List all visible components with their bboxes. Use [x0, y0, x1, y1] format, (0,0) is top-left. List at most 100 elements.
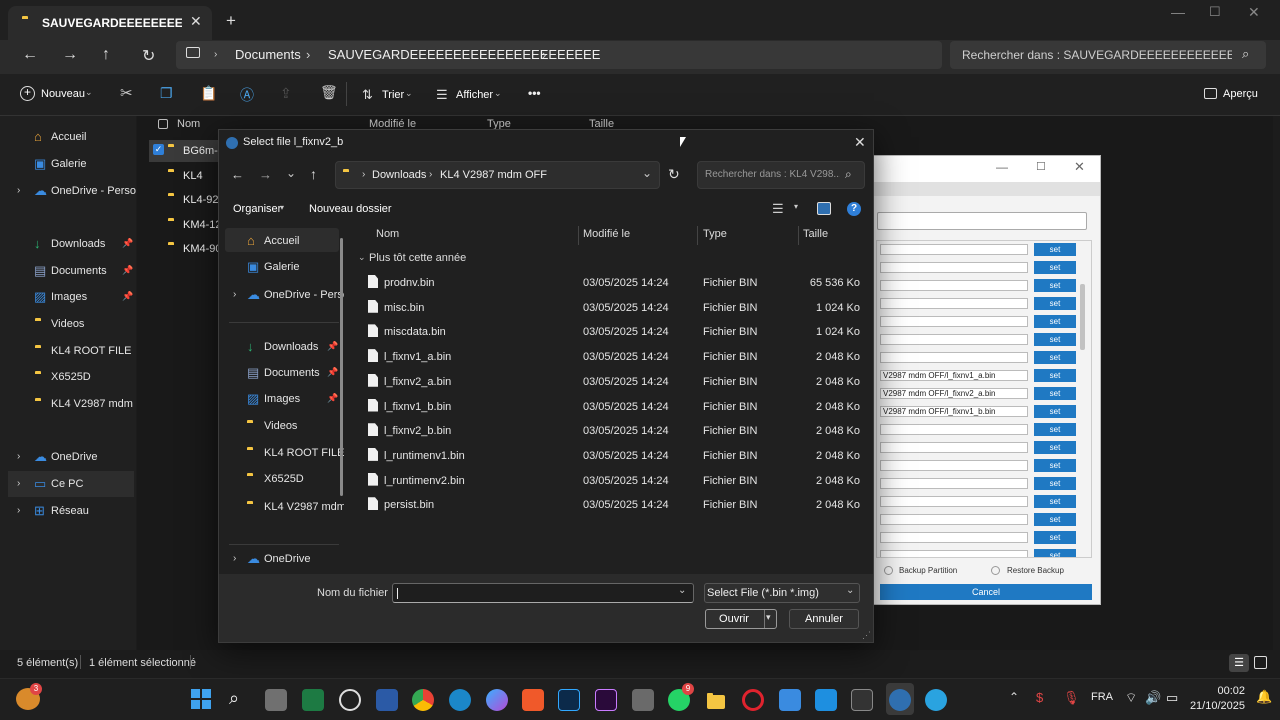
nav-item[interactable]: › ☁ OneDrive — [233, 546, 349, 571]
path-downloads[interactable]: Downloads — [372, 169, 426, 181]
file-list-item[interactable]: KM4-90 — [149, 238, 229, 260]
cancel-button[interactable]: Annuler — [789, 609, 859, 629]
partition-path-field[interactable] — [880, 442, 1028, 453]
new-folder-button[interactable]: Nouveau dossier — [309, 203, 392, 215]
partition-path-field[interactable] — [880, 550, 1028, 557]
path-folder[interactable]: KL4 V2987 mdm OFF — [440, 169, 547, 181]
breadcrumb-folder[interactable]: SAUVEGARDEEEEEEEEEEEEEEEEEEEEEE — [328, 47, 600, 62]
group-header[interactable]: Plus tôt cette année — [369, 252, 466, 264]
nav-item[interactable]: X6525D — [233, 466, 349, 492]
dialog-close-icon[interactable]: ✕ — [854, 134, 866, 151]
notepad-icon[interactable] — [779, 689, 801, 711]
nav-item[interactable]: Videos — [233, 413, 349, 439]
sidebar-item[interactable]: › ▭ Ce PC — [8, 471, 134, 497]
minimize-icon[interactable]: — — [1171, 4, 1185, 20]
cut-icon[interactable]: ✂ — [120, 84, 133, 102]
file-type-filter[interactable]: Select File (*.bin *.img) ⌄ — [704, 583, 860, 603]
chevron-down-icon[interactable]: ▾ — [794, 202, 798, 211]
set-button[interactable]: set — [1034, 369, 1076, 382]
file-row[interactable]: l_fixnv2_b.bin 03/05/2025 14:24 Fichier BI… — [350, 419, 860, 443]
microphone-icon[interactable]: 🎙 — [1063, 690, 1080, 706]
set-button[interactable]: set — [1034, 441, 1076, 454]
sidebar-item[interactable]: › ⊞ Réseau — [0, 498, 136, 524]
view-options-icon[interactable]: ☰ — [772, 201, 784, 217]
checkbox-checked-icon[interactable]: ✓ — [153, 144, 164, 155]
back-icon[interactable]: ← — [22, 46, 38, 64]
more-icon[interactable]: ••• — [528, 86, 541, 100]
brave-icon[interactable] — [522, 689, 544, 711]
flash-tool-icon[interactable] — [889, 689, 911, 711]
explorer-tab[interactable]: SAUVEGARDEEEEEEEEEEEEEEEEEEEEEE ✕ — [8, 6, 212, 40]
opera-icon[interactable] — [742, 689, 764, 711]
forward-icon[interactable]: → — [259, 167, 272, 182]
sidebar-item[interactable]: ⌂ Accueil — [0, 124, 136, 150]
backup-partition-radio[interactable] — [884, 566, 893, 575]
share-icon[interactable]: ⇪ — [280, 85, 292, 102]
nav-item[interactable]: ↓ Downloads 📌 — [233, 334, 349, 360]
search-icon[interactable]: ⌕ — [229, 688, 239, 709]
nav-item[interactable]: KL4 V2987 mdm — [233, 494, 349, 520]
set-button[interactable]: set — [1034, 405, 1076, 418]
chevron-right-icon[interactable]: › — [17, 505, 20, 516]
paste-icon[interactable]: 📋 — [200, 85, 217, 102]
telegram-icon[interactable] — [925, 689, 947, 711]
refresh-icon[interactable]: ↻ — [668, 166, 680, 183]
volume-icon[interactable]: 🔊 — [1145, 690, 1161, 706]
set-button[interactable]: set — [1034, 549, 1076, 557]
sidebar-item[interactable]: KL4 ROOT FILE — [0, 338, 136, 364]
nav-item[interactable]: ▣ Galerie — [233, 254, 349, 280]
nav-item[interactable]: ▨ Images 📌 — [233, 386, 349, 412]
file-row[interactable]: prodnv.bin 03/05/2025 14:24 Fichier BIN 65 … — [350, 271, 860, 295]
forward-icon[interactable]: → — [62, 46, 78, 64]
column-name[interactable]: Nom — [177, 118, 200, 130]
close-window-icon[interactable]: ✕ — [1248, 4, 1260, 21]
minimize-icon[interactable]: — — [996, 160, 1008, 174]
clock-date[interactable]: 21/10/2025 — [1185, 700, 1245, 712]
file-list-item[interactable]: KM4-12 — [149, 214, 229, 236]
nav-item[interactable]: KL4 ROOT FILE — [233, 440, 349, 466]
partition-path-field[interactable] — [880, 514, 1028, 525]
tiles-view-icon[interactable] — [1254, 656, 1267, 669]
nav-item[interactable]: ⌂ Accueil — [233, 228, 349, 254]
up-icon[interactable]: ↑ — [102, 46, 110, 64]
filename-input[interactable]: ⌄ — [392, 583, 694, 603]
maximize-icon[interactable]: ☐ — [1209, 4, 1221, 20]
set-button[interactable]: set — [1034, 495, 1076, 508]
chatgpt-icon[interactable] — [339, 689, 361, 711]
details-view-icon[interactable]: ☰ — [1229, 654, 1249, 672]
photoshop-icon[interactable] — [558, 689, 580, 711]
set-button[interactable]: set — [1034, 459, 1076, 472]
edge-icon[interactable] — [449, 689, 471, 711]
chevron-down-icon[interactable]: ⌄ — [358, 252, 366, 263]
sidebar-item[interactable]: ▤ Documents 📌 — [0, 258, 136, 284]
up-icon[interactable]: ↑ — [310, 166, 317, 182]
file-row[interactable]: l_fixnv1_a.bin 03/05/2025 14:24 Fichier BI… — [350, 345, 860, 369]
preview-pane-icon[interactable] — [817, 202, 831, 215]
resize-grip-icon[interactable]: ⋰ — [862, 630, 871, 641]
set-button[interactable]: set — [1034, 297, 1076, 310]
chevron-right-icon[interactable]: › — [233, 553, 236, 564]
partition-path-field[interactable] — [880, 496, 1028, 507]
file-row[interactable]: miscdata.bin 03/05/2025 14:24 Fichier BIN 1… — [350, 320, 860, 344]
chevron-right-icon[interactable]: › — [17, 185, 20, 196]
set-button[interactable]: set — [1034, 477, 1076, 490]
breadcrumb-documents[interactable]: Documents — [235, 47, 301, 62]
app-icon[interactable] — [632, 689, 654, 711]
app-cancel-button[interactable]: Cancel — [880, 584, 1092, 600]
partition-path-field[interactable] — [880, 334, 1028, 345]
nav-item[interactable]: › ☁ OneDrive - Perso — [233, 282, 349, 308]
column-name[interactable]: Nom — [376, 228, 399, 240]
refresh-icon[interactable]: ↻ — [142, 46, 155, 66]
partition-path-field[interactable]: V2987 mdm OFF/l_fixnv1_b.bin — [880, 406, 1028, 417]
set-button[interactable]: set — [1034, 279, 1076, 292]
nav-item[interactable]: ▤ Documents 📌 — [233, 360, 349, 386]
partition-path-field[interactable] — [880, 532, 1028, 543]
file-row[interactable]: l_runtimenv1.bin 03/05/2025 14:24 Fichier … — [350, 444, 860, 468]
set-button[interactable]: set — [1034, 531, 1076, 544]
chevron-down-icon[interactable]: ⌄ — [642, 166, 652, 180]
vscode-icon[interactable] — [815, 689, 837, 711]
tray-app-icon[interactable]: $ — [1036, 690, 1043, 705]
file-row[interactable]: persist.bin 03/05/2025 14:24 Fichier BIN 2 … — [350, 493, 860, 517]
nav-scrollbar[interactable] — [340, 238, 343, 496]
column-type[interactable]: Type — [703, 228, 727, 240]
